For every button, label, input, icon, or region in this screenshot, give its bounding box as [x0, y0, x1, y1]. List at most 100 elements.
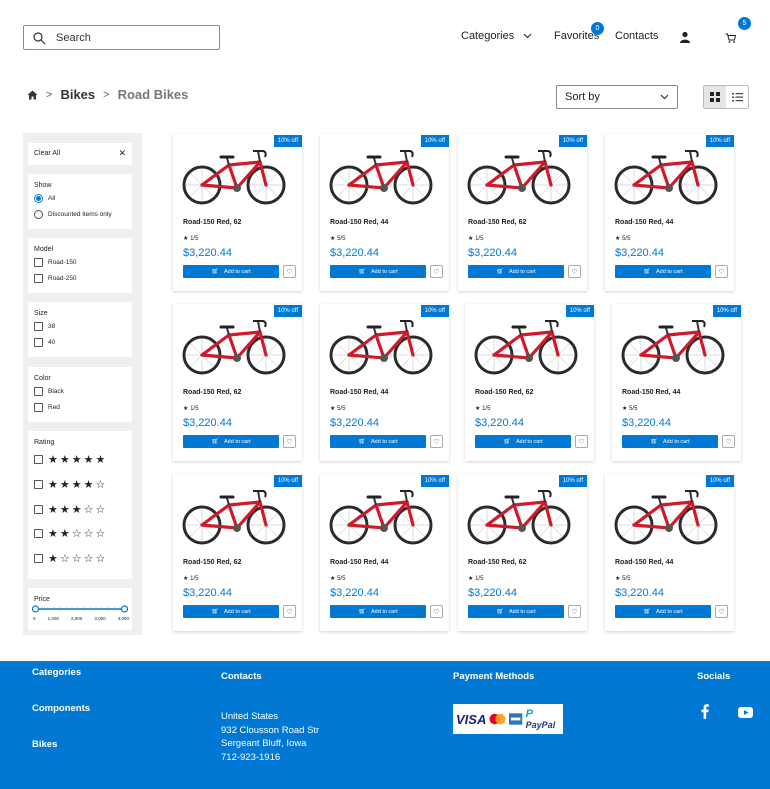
- favorite-button[interactable]: ♡: [715, 265, 728, 278]
- rating-5-option[interactable]: ★★★★★: [34, 453, 107, 466]
- add-to-cart-button[interactable]: 🛒︎ Add to cart: [622, 435, 718, 448]
- breadcrumb-bikes[interactable]: Bikes: [60, 87, 95, 102]
- user-icon[interactable]: [679, 31, 691, 43]
- radio-all[interactable]: [34, 194, 43, 203]
- product-card[interactable]: 10% off Road-150 Red, 44 ★ 5/5 $3,220.44…: [320, 304, 449, 461]
- size-38-option[interactable]: 38: [34, 322, 55, 331]
- product-name[interactable]: Road-150 Red, 44: [330, 389, 388, 396]
- footer-link-bikes[interactable]: Bikes: [32, 739, 57, 750]
- sort-dropdown[interactable]: Sort by: [556, 85, 678, 109]
- price-ticks: 0 1,000 2,000 3,000 4,000: [33, 616, 129, 621]
- footer-categories-title[interactable]: Categories: [32, 667, 81, 678]
- checkbox[interactable]: [34, 322, 43, 331]
- product-card[interactable]: 10% off Road-150 Red, 44 ★ 5/5 $3,220.44…: [320, 474, 449, 631]
- nav-categories[interactable]: Categories: [461, 30, 532, 42]
- favorite-button[interactable]: ♡: [283, 435, 296, 448]
- model-road150-option[interactable]: Road-150: [34, 258, 77, 267]
- facebook-icon[interactable]: [701, 704, 709, 719]
- product-name[interactable]: Road-150 Red, 62: [468, 559, 526, 566]
- add-to-cart-button[interactable]: 🛒︎ Add to cart: [330, 605, 426, 618]
- clear-all-label: Clear All: [34, 150, 61, 157]
- favorite-button[interactable]: ♡: [283, 605, 296, 618]
- favorite-button[interactable]: ♡: [430, 265, 443, 278]
- product-name[interactable]: Road-150 Red, 44: [330, 559, 388, 566]
- checkbox[interactable]: [34, 387, 43, 396]
- favorite-button[interactable]: ♡: [715, 605, 728, 618]
- checkbox[interactable]: [34, 403, 43, 412]
- rating-1-option[interactable]: ★☆☆☆☆: [34, 552, 107, 565]
- favorite-button[interactable]: ♡: [430, 605, 443, 618]
- product-name[interactable]: Road-150 Red, 62: [183, 559, 241, 566]
- show-all-option[interactable]: All: [34, 194, 55, 203]
- product-name[interactable]: Road-150 Red, 44: [615, 559, 673, 566]
- product-card[interactable]: 10% off Road-150 Red, 62 ★ 1/5 $3,220.44…: [173, 134, 302, 291]
- checkbox[interactable]: [34, 529, 43, 538]
- list-view-button[interactable]: [726, 86, 748, 108]
- home-icon[interactable]: [27, 90, 38, 100]
- color-red-option[interactable]: Red: [34, 403, 60, 412]
- add-to-cart-button[interactable]: 🛒︎ Add to cart: [330, 435, 426, 448]
- add-to-cart-button[interactable]: 🛒︎ Add to cart: [615, 265, 711, 278]
- radio-discounted[interactable]: [34, 210, 43, 219]
- product-card[interactable]: 10% off Road-150 Red, 44 ★ 5/5 $3,220.44…: [605, 134, 734, 291]
- product-name[interactable]: Road-150 Red, 44: [622, 389, 680, 396]
- add-to-cart-button[interactable]: 🛒︎ Add to cart: [183, 435, 279, 448]
- color-black-option[interactable]: Black: [34, 387, 64, 396]
- show-discounted-option[interactable]: Discounted items only: [34, 210, 112, 219]
- nav-contacts[interactable]: Contacts: [615, 30, 658, 42]
- product-card[interactable]: 10% off Road-150 Red, 44 ★ 5/5 $3,220.44…: [320, 134, 449, 291]
- checkbox[interactable]: [34, 455, 43, 464]
- search-input[interactable]: [56, 31, 206, 44]
- product-card[interactable]: 10% off Road-150 Red, 62 ★ 1/5 $3,220.44…: [173, 474, 302, 631]
- favorite-button[interactable]: ♡: [568, 605, 581, 618]
- add-to-cart-button[interactable]: 🛒︎ Add to cart: [183, 265, 279, 278]
- rating-2-option[interactable]: ★★☆☆☆: [34, 527, 107, 540]
- add-to-cart-button[interactable]: 🛒︎ Add to cart: [183, 605, 279, 618]
- product-name[interactable]: Road-150 Red, 62: [475, 389, 533, 396]
- product-rating: ★ 5/5: [622, 405, 637, 412]
- product-card[interactable]: 10% off Road-150 Red, 62 ★ 1/5 $3,220.44…: [465, 304, 594, 461]
- product-card[interactable]: 10% off Road-150 Red, 44 ★ 5/5 $3,220.44…: [605, 474, 734, 631]
- add-to-cart-button[interactable]: 🛒︎ Add to cart: [468, 605, 564, 618]
- clear-all-button[interactable]: Clear All ✕: [28, 143, 132, 165]
- product-name[interactable]: Road-150 Red, 62: [183, 389, 241, 396]
- product-name[interactable]: Road-150 Red, 62: [468, 219, 526, 226]
- checkbox[interactable]: [34, 505, 43, 514]
- cart-icon: 🛒︎: [650, 439, 658, 445]
- product-name[interactable]: Road-150 Red, 62: [183, 219, 241, 226]
- product-card[interactable]: 10% off Road-150 Red, 44 ★ 5/5 $3,220.44…: [612, 304, 741, 461]
- checkbox[interactable]: [34, 274, 43, 283]
- rating-4-option[interactable]: ★★★★☆: [34, 478, 107, 491]
- rating-3-option[interactable]: ★★★☆☆: [34, 503, 107, 516]
- cart-icon: 🛒︎: [643, 609, 651, 615]
- youtube-icon[interactable]: [738, 707, 753, 718]
- checkbox[interactable]: [34, 338, 43, 347]
- favorite-button[interactable]: ♡: [568, 265, 581, 278]
- product-card[interactable]: 10% off Road-150 Red, 62 ★ 1/5 $3,220.44…: [458, 474, 587, 631]
- grid-view-button[interactable]: [704, 86, 726, 108]
- footer-link-components[interactable]: Components: [32, 703, 90, 714]
- add-to-cart-button[interactable]: 🛒︎ Add to cart: [330, 265, 426, 278]
- favorite-button[interactable]: ♡: [575, 435, 588, 448]
- checkbox[interactable]: [34, 554, 43, 563]
- product-name[interactable]: Road-150 Red, 44: [615, 219, 673, 226]
- bike-image: [329, 150, 433, 205]
- cart-icon[interactable]: [725, 33, 736, 43]
- product-card[interactable]: 10% off Road-150 Red, 62 ★ 1/5 $3,220.44…: [173, 304, 302, 461]
- size-40-option[interactable]: 40: [34, 338, 55, 347]
- add-to-cart-button[interactable]: 🛒︎ Add to cart: [468, 265, 564, 278]
- product-name[interactable]: Road-150 Red, 44: [330, 219, 388, 226]
- favorite-button[interactable]: ♡: [722, 435, 735, 448]
- add-to-cart-button[interactable]: 🛒︎ Add to cart: [475, 435, 571, 448]
- search-box[interactable]: [23, 25, 220, 50]
- model-road250-option[interactable]: Road-250: [34, 274, 77, 283]
- favorite-button[interactable]: ♡: [430, 435, 443, 448]
- add-to-cart-button[interactable]: 🛒︎ Add to cart: [615, 605, 711, 618]
- product-card[interactable]: 10% off Road-150 Red, 62 ★ 1/5 $3,220.44…: [458, 134, 587, 291]
- checkbox[interactable]: [34, 480, 43, 489]
- favorite-button[interactable]: ♡: [283, 265, 296, 278]
- stars-icon: ★★★☆☆: [48, 504, 108, 516]
- checkbox[interactable]: [34, 258, 43, 267]
- star-icon: ★: [615, 236, 621, 242]
- price-slider[interactable]: [32, 604, 128, 614]
